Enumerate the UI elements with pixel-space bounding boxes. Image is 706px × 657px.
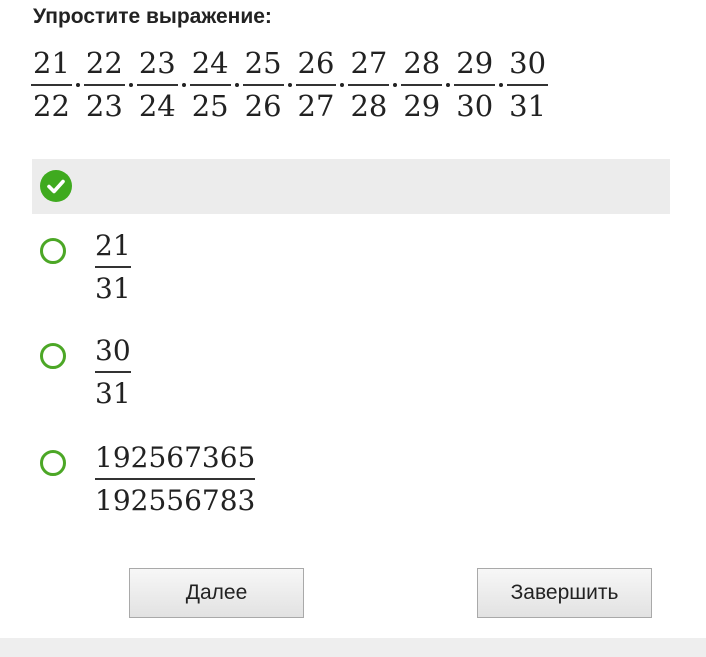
fraction-numerator: 24 — [191, 46, 229, 81]
test-page: Упростите выражение: 21 22 22 23 23 24 24 25 25 2… — [0, 0, 706, 657]
fraction-denominator: 27 — [297, 88, 335, 123]
check-circle-icon — [40, 170, 72, 202]
fraction-numerator: 21 — [33, 46, 70, 81]
fraction-numerator: 25 — [244, 46, 282, 81]
multiplication-dot — [75, 83, 80, 87]
footer-bar — [0, 638, 706, 657]
multiplication-dot — [340, 83, 345, 87]
option-2-radio[interactable] — [40, 343, 66, 369]
option-2-fraction: 30 31 — [95, 337, 131, 408]
answer-feedback-bar — [32, 159, 670, 214]
expression-fraction: 23 24 — [136, 46, 178, 123]
question-title: Упростите выражение: — [33, 5, 272, 28]
fraction-denominator: 23 — [85, 88, 123, 123]
multiplication-dot — [128, 83, 133, 87]
expression-fraction: 21 22 — [31, 49, 72, 121]
option-2[interactable]: 30 31 — [40, 337, 131, 407]
fraction-denominator: 29 — [403, 88, 441, 123]
fraction-denominator: 24 — [138, 88, 176, 123]
option-1-denominator: 31 — [95, 271, 131, 305]
option-1-numerator: 21 — [95, 229, 131, 262]
multiplication-dot — [234, 83, 239, 87]
expression-fraction: 25 26 — [242, 46, 284, 123]
expression-fraction: 24 25 — [189, 46, 231, 123]
fraction-numerator: 26 — [297, 46, 335, 81]
option-3-denominator: 192556783 — [95, 483, 256, 517]
math-expression: 21 22 22 23 23 24 24 25 25 26 26 27 27 28 28 29 29 30 30 31 — [31, 40, 549, 130]
multiplication-dot — [181, 83, 186, 87]
fraction-denominator: 28 — [350, 88, 388, 123]
next-button[interactable]: Далее — [129, 568, 304, 618]
option-2-numerator: 30 — [95, 334, 131, 367]
fraction-numerator: 29 — [456, 46, 494, 81]
option-3-radio[interactable] — [40, 450, 66, 476]
fraction-numerator: 30 — [509, 46, 547, 81]
option-1-radio[interactable] — [40, 238, 66, 264]
expression-fraction: 29 30 — [454, 46, 496, 123]
option-1[interactable]: 21 31 — [40, 232, 131, 302]
fraction-denominator: 26 — [244, 88, 282, 123]
option-2-denominator: 31 — [95, 376, 131, 410]
finish-button[interactable]: Завершить — [477, 568, 652, 618]
fraction-denominator: 31 — [509, 88, 547, 123]
fraction-denominator: 30 — [456, 88, 494, 123]
multiplication-dot — [393, 83, 398, 87]
expression-fraction: 28 29 — [401, 46, 443, 123]
expression-fraction: 26 27 — [295, 46, 337, 123]
option-3-numerator: 192567365 — [95, 441, 256, 474]
fraction-denominator: 22 — [33, 88, 70, 123]
multiplication-dot — [499, 83, 504, 87]
fraction-numerator: 27 — [350, 46, 388, 81]
option-3[interactable]: 192567365 192556783 — [40, 444, 256, 514]
fraction-numerator: 28 — [403, 46, 441, 81]
fraction-denominator: 25 — [191, 88, 229, 123]
fraction-numerator: 22 — [85, 46, 123, 81]
expression-fraction: 27 28 — [348, 46, 390, 123]
option-3-fraction: 192567365 192556783 — [95, 441, 256, 517]
fraction-numerator: 23 — [138, 46, 176, 81]
expression-fraction: 30 31 — [507, 46, 549, 123]
expression-fraction: 22 23 — [83, 46, 125, 123]
option-1-fraction: 21 31 — [95, 232, 131, 303]
multiplication-dot — [446, 83, 451, 87]
multiplication-dot — [287, 83, 292, 87]
